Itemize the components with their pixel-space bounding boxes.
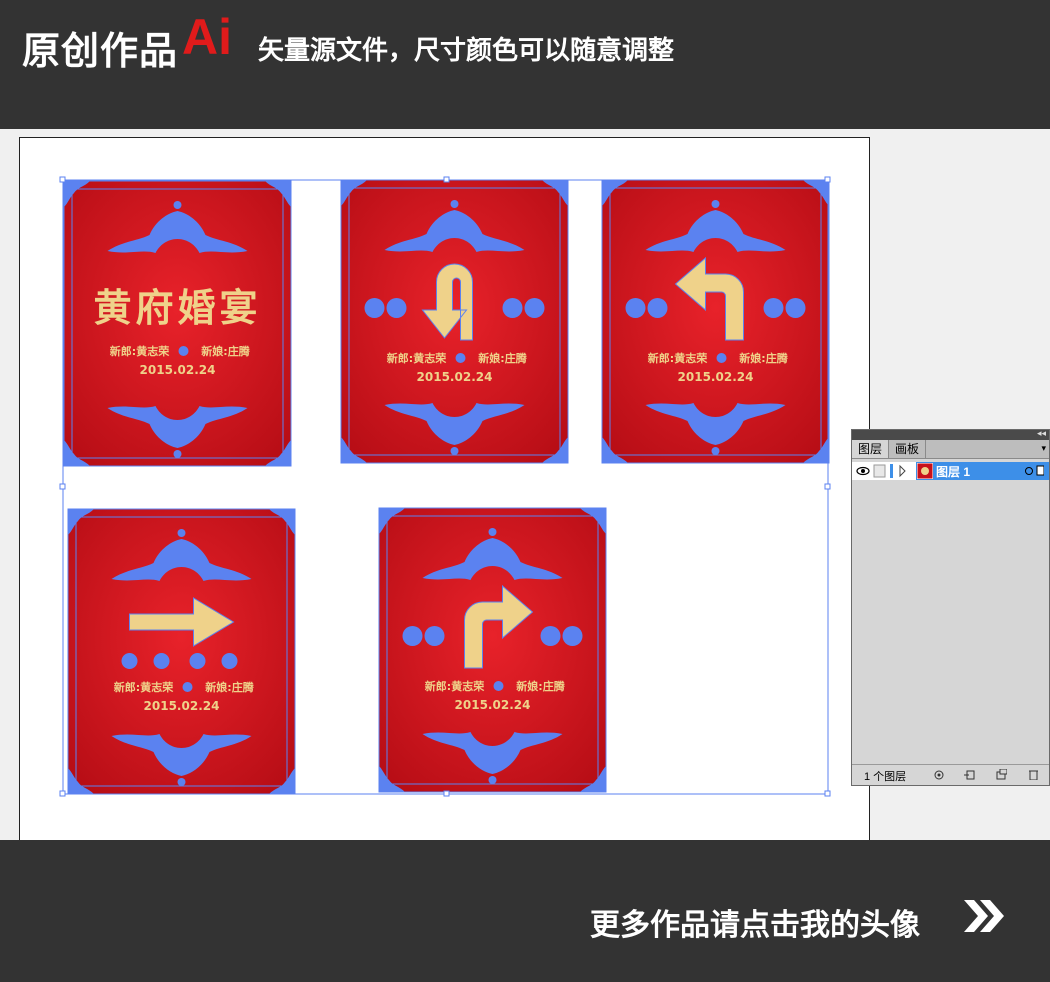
heart-icon xyxy=(182,682,193,692)
delete-layer-icon[interactable] xyxy=(1028,769,1039,780)
wedding-date: 2015.02.24 xyxy=(455,698,531,712)
flower-icon xyxy=(763,298,784,318)
make-clip-mask-icon[interactable] xyxy=(964,769,975,780)
panel-footer: 1 个图层 xyxy=(852,764,1049,785)
groom-name: 新郎:黄志荣 xyxy=(425,679,485,693)
flower-icon xyxy=(524,298,545,318)
wedding-date: 2015.02.24 xyxy=(417,370,493,384)
panel-titlebar[interactable]: ◂◂ xyxy=(852,428,1049,440)
bride-name: 新娘:庄腾 xyxy=(516,679,565,693)
flower-icon xyxy=(189,653,206,669)
layer-thumbnail-icon xyxy=(917,463,933,479)
wedding-date: 2015.02.24 xyxy=(144,699,220,713)
header-banner: 原创作品 Ai 矢量源文件，尺寸颜色可以随意调整 xyxy=(0,0,1050,129)
flower-icon xyxy=(502,298,523,318)
groom-name: 新郎:黄志荣 xyxy=(648,351,708,365)
ai-logo: Ai xyxy=(182,9,232,65)
flower-icon xyxy=(785,298,806,318)
bride-name: 新娘:庄腾 xyxy=(205,680,254,694)
flower-icon xyxy=(424,626,445,646)
layer-color-swatch xyxy=(890,464,893,478)
footer-text[interactable]: 更多作品请点击我的头像 xyxy=(590,900,920,944)
selection-square-icon[interactable] xyxy=(1036,465,1044,476)
wedding-sign[interactable]: 新郎:黄志荣 新娘:庄腾 2015.02.24 xyxy=(67,508,296,795)
heart-icon xyxy=(716,353,727,363)
flower-icon xyxy=(121,653,138,669)
flower-icon xyxy=(625,298,646,318)
lock-toggle[interactable] xyxy=(873,464,886,478)
artboard[interactable]: 黄府婚宴 新郎:黄志荣 新娘:庄腾 2015.02.24 新郎:黄志荣 新娘:庄腾 2015… xyxy=(19,137,870,841)
subtitle: 矢量源文件，尺寸颜色可以随意调整 xyxy=(258,36,675,66)
expand-triangle-icon[interactable] xyxy=(899,464,906,478)
bride-name: 新娘:庄腾 xyxy=(201,344,250,358)
wedding-sign[interactable]: 新郎:黄志荣 新娘:庄腾 2015.02.24 xyxy=(340,179,569,464)
tab-artboards[interactable]: 画板 xyxy=(889,440,927,458)
layer-row[interactable]: 图层 1 xyxy=(852,462,1049,480)
flower-icon xyxy=(562,626,583,646)
wedding-date: 2015.02.24 xyxy=(678,370,754,384)
sign-title: 黄府婚宴 xyxy=(93,285,261,330)
locate-object-icon[interactable] xyxy=(934,769,945,780)
bride-name: 新娘:庄腾 xyxy=(739,351,788,365)
visibility-eye-icon[interactable] xyxy=(856,466,870,476)
layer-name[interactable]: 图层 1 xyxy=(936,463,970,480)
groom-name: 新郎:黄志荣 xyxy=(387,351,447,365)
heart-icon xyxy=(493,681,504,691)
flower-icon xyxy=(153,653,170,669)
heart-icon xyxy=(178,346,189,356)
wedding-date: 2015.02.24 xyxy=(140,363,216,377)
groom-name: 新郎:黄志荣 xyxy=(110,344,170,358)
target-circle-icon[interactable] xyxy=(1025,467,1033,475)
flower-icon xyxy=(402,626,423,646)
flower-icon xyxy=(221,653,238,669)
tab-layers[interactable]: 图层 xyxy=(852,440,890,458)
panel-menu-icon[interactable]: ▾ xyxy=(1041,443,1046,454)
wedding-sign[interactable]: 黄府婚宴新郎:黄志荣 新娘:庄腾 2015.02.24 xyxy=(63,180,292,467)
heart-icon xyxy=(455,353,466,363)
double-chevron-right-icon[interactable] xyxy=(962,898,1008,934)
bride-name: 新娘:庄腾 xyxy=(478,351,527,365)
flower-icon xyxy=(647,298,668,318)
flower-icon xyxy=(540,626,561,646)
flower-icon xyxy=(386,298,407,318)
new-sublayer-icon[interactable] xyxy=(996,769,1007,780)
layers-panel[interactable]: ◂◂ 图层 画板 ▾ 图层 1 1 个图层 xyxy=(851,428,1050,786)
footer-banner: 更多作品请点击我的头像 xyxy=(0,840,1050,982)
brand-title: 原创作品 xyxy=(22,29,179,73)
panel-tabs: 图层 画板 ▾ xyxy=(852,440,1049,459)
wedding-sign[interactable]: 新郎:黄志荣 新娘:庄腾 2015.02.24 xyxy=(601,179,830,464)
layer-count: 1 个图层 xyxy=(864,771,907,783)
wedding-sign[interactable]: 新郎:黄志荣 新娘:庄腾 2015.02.24 xyxy=(378,507,607,793)
artboard-svg: 黄府婚宴新郎:黄志荣 新娘:庄腾2015.02.24新郎:黄志荣 新娘:庄腾2015… xyxy=(59,176,831,797)
flower-icon xyxy=(364,298,385,318)
collapse-icon[interactable]: ◂◂ xyxy=(1037,428,1046,439)
groom-name: 新郎:黄志荣 xyxy=(114,680,174,694)
